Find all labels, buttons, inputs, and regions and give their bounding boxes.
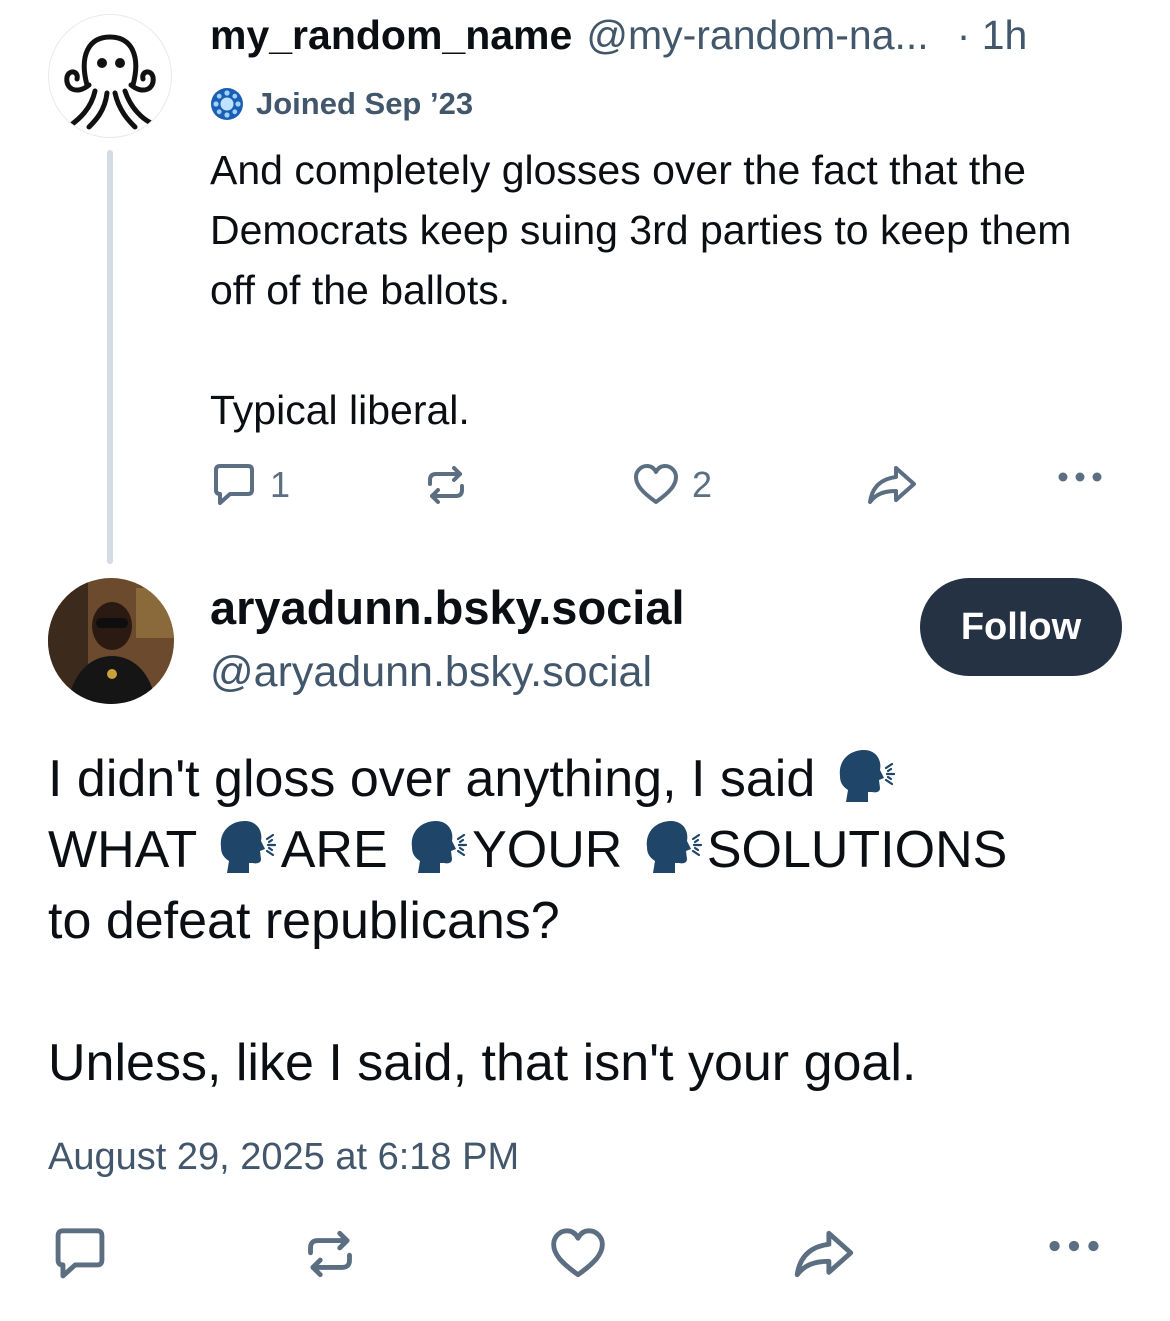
reply-icon: [214, 464, 254, 505]
avatar-octopus[interactable]: [48, 14, 172, 138]
like-button[interactable]: [548, 1226, 608, 1282]
repost-icon: [428, 466, 464, 504]
share-button[interactable]: [792, 1226, 856, 1282]
joined-date-label: Joined Sep ’23: [256, 86, 474, 121]
new-account-badge: Joined Sep ’23: [210, 82, 473, 126]
more-options-button[interactable]: [1044, 1238, 1104, 1254]
emphasis-word: ARE: [280, 821, 388, 879]
speaking-head-icon: [839, 750, 895, 802]
more-icon: [1058, 472, 1102, 482]
post-timestamp[interactable]: August 29, 2025 at 6:18 PM: [48, 1136, 519, 1179]
heart-icon: [551, 1228, 605, 1278]
author-display-name[interactable]: my_random_name: [210, 12, 572, 59]
follow-button[interactable]: Follow: [920, 578, 1122, 676]
author-handle[interactable]: @my-random-na...: [586, 12, 928, 59]
emphasis-word: WHAT: [48, 821, 197, 879]
speaking-head-icon: [646, 821, 702, 873]
avatar-photo[interactable]: [48, 578, 174, 704]
post-body: And completely glosses over the fact tha…: [210, 140, 1120, 440]
post-relative-time: · 1h: [956, 12, 1028, 58]
author-handle[interactable]: @aryadunn.bsky.social: [210, 648, 652, 697]
profile-photo-icon: [48, 578, 174, 704]
reply-button[interactable]: [50, 1226, 110, 1282]
emphasis-word: YOUR: [472, 821, 623, 879]
speaking-head-icon: [411, 821, 468, 873]
post-body: I didn't gloss over anything, I said WHA…: [48, 744, 1128, 1099]
repost-icon: [308, 1230, 352, 1278]
reply-icon: [55, 1228, 105, 1279]
like-button[interactable]: 2: [632, 462, 712, 508]
reply-button[interactable]: 1: [210, 462, 290, 508]
post-paragraph: Typical liberal.: [210, 387, 470, 433]
share-icon: [868, 466, 916, 504]
post-text-segment: to defeat republicans?: [48, 892, 560, 950]
author-display-name[interactable]: aryadunn.bsky.social: [210, 580, 685, 635]
repost-button[interactable]: [300, 1226, 360, 1282]
more-icon: [1049, 1240, 1099, 1252]
speaking-head-icon: [220, 821, 276, 873]
post-paragraph: Unless, like I said, that isn't your goa…: [48, 1034, 917, 1092]
post-paragraph: And completely glosses over the fact tha…: [210, 147, 1072, 313]
new-user-badge-icon: [211, 88, 243, 120]
heart-icon: [634, 464, 678, 504]
emphasis-word: SOLUTIONS: [706, 821, 1008, 879]
reply-count: 1: [270, 464, 291, 505]
share-icon: [794, 1230, 854, 1278]
more-options-button[interactable]: [1056, 470, 1104, 484]
post-paragraph: I didn't gloss over anything, I said WHA…: [48, 744, 1128, 957]
thread-connector-line: [107, 150, 113, 564]
octopus-icon: [64, 34, 156, 130]
repost-button[interactable]: [422, 462, 470, 508]
share-button[interactable]: [866, 462, 918, 508]
post-header: my_random_name @my-random-na... · 1h: [210, 12, 1125, 68]
like-count: 2: [692, 464, 713, 505]
post-text-segment: I didn't gloss over anything, I said: [48, 750, 816, 808]
